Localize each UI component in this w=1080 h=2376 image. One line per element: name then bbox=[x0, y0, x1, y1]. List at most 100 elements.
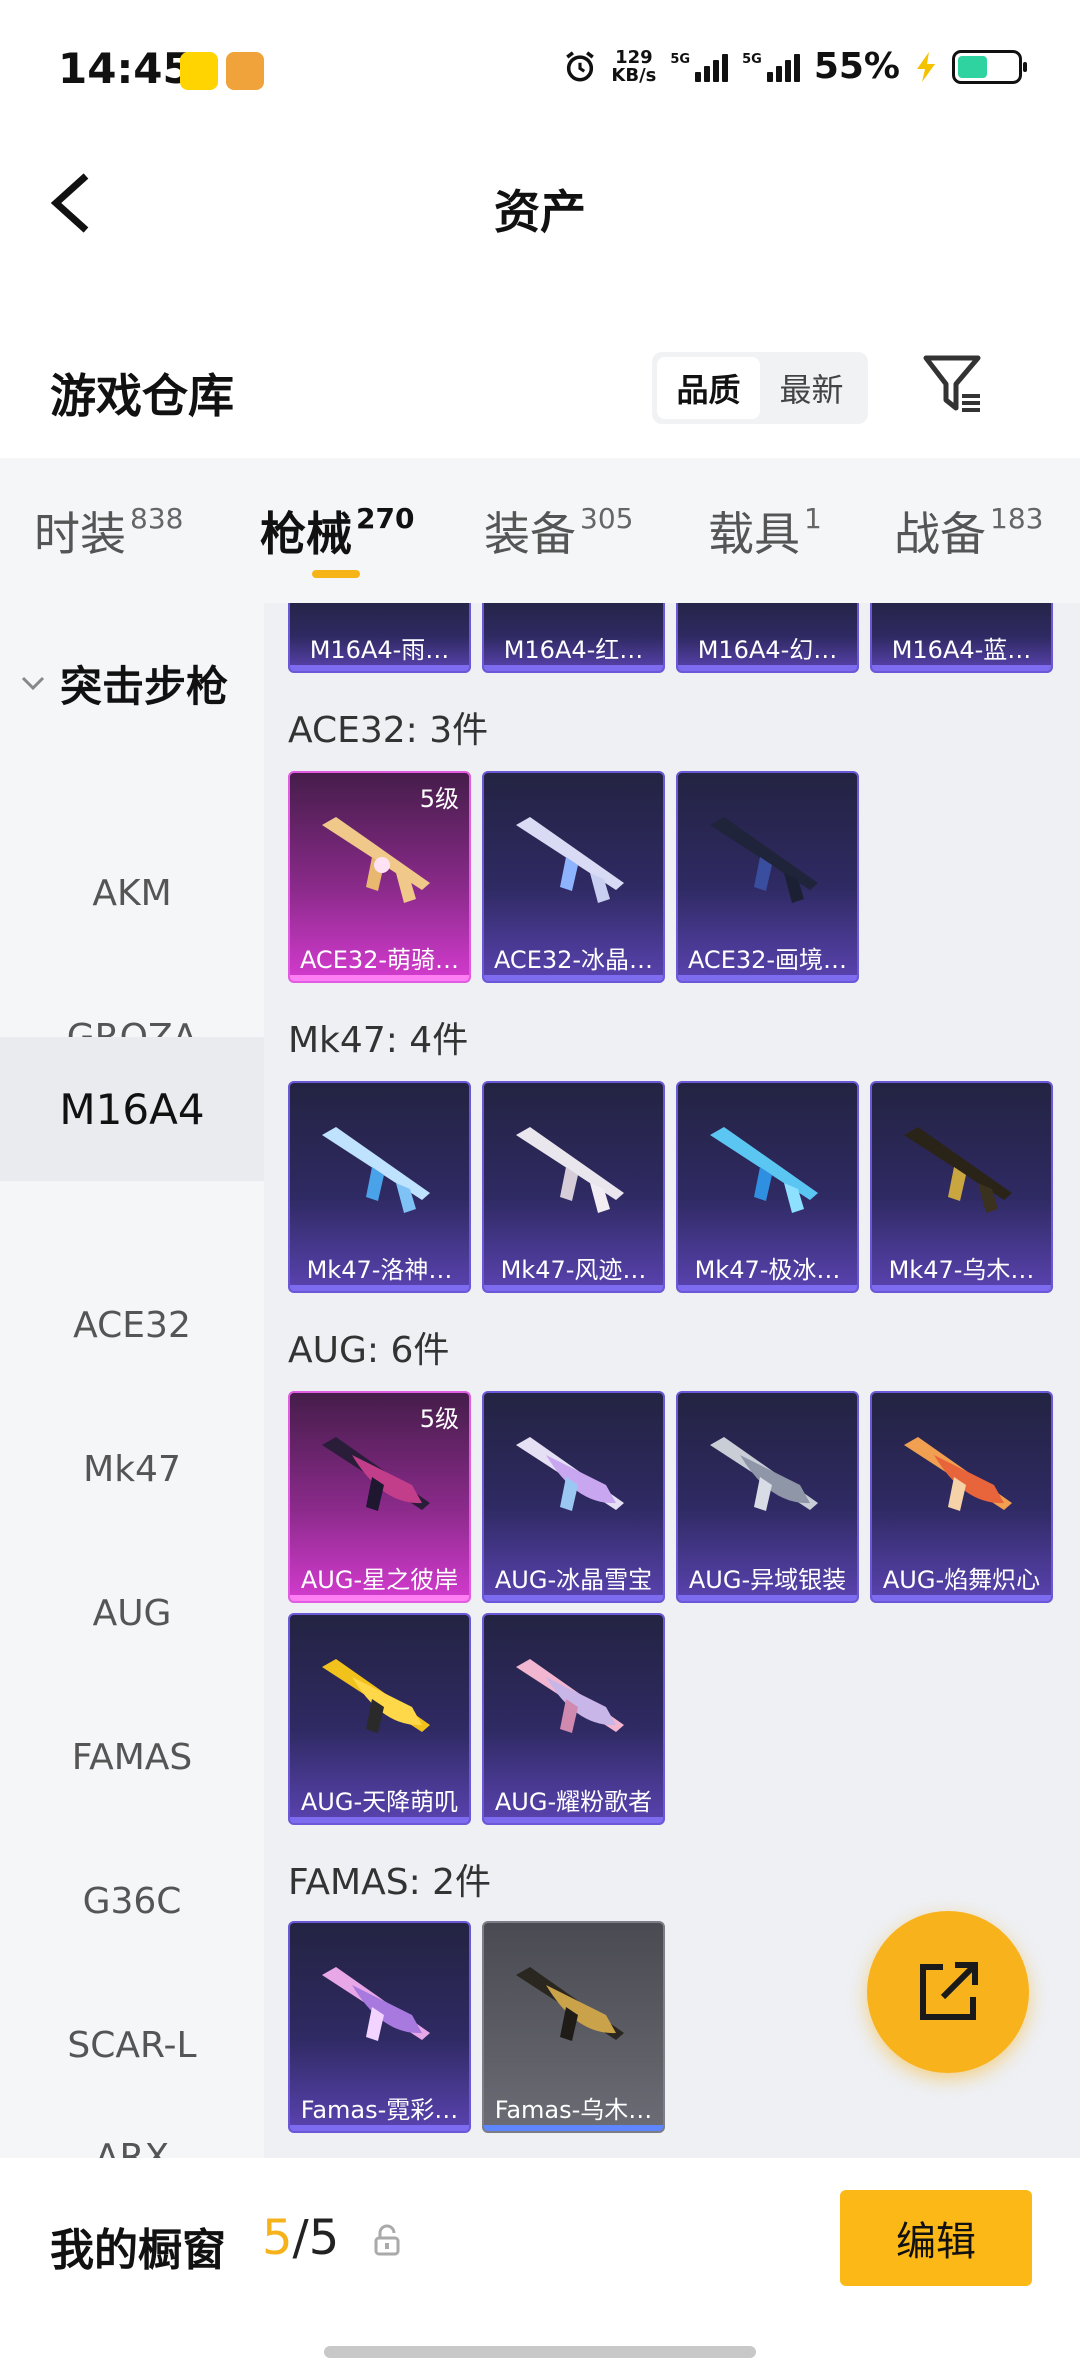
weapon-card-name: AUG-天降萌叽 bbox=[300, 1788, 459, 1816]
tab-supplies[interactable]: 战备 183 bbox=[894, 498, 1043, 564]
page-title: 资产 bbox=[494, 185, 586, 239]
sidebar-item-arx[interactable]: ARX bbox=[0, 2117, 264, 2159]
weapon-card[interactable]: AUG-焰舞炽心 bbox=[870, 1391, 1053, 1603]
rifle-icon bbox=[516, 1127, 624, 1213]
weapon-card[interactable]: AUG-异域银装 bbox=[676, 1391, 859, 1603]
weapon-card[interactable]: ACE32-画境… bbox=[676, 771, 859, 983]
group-title-famas: FAMAS: 2件 bbox=[288, 1862, 492, 1903]
edit-button[interactable]: 编辑 bbox=[840, 2190, 1032, 2286]
tab-equipment[interactable]: 装备 305 bbox=[484, 498, 633, 564]
rifle-icon bbox=[516, 817, 624, 903]
tab-count: 183 bbox=[990, 502, 1044, 535]
weapon-card-name: AUG-星之彼岸 bbox=[300, 1566, 459, 1594]
weapon-card[interactable]: M16A4-幻… bbox=[676, 603, 859, 673]
category-tabs: 时装 838 枪械 270 装备 305 载具 1 战备 183 bbox=[0, 458, 1080, 603]
weapon-card[interactable]: ACE32-冰晶… bbox=[482, 771, 665, 983]
rifle-icon bbox=[904, 1437, 1012, 1511]
weapon-card-name: AUG-焰舞炽心 bbox=[882, 1566, 1041, 1594]
rifle-icon bbox=[710, 817, 818, 903]
tab-count: 1 bbox=[804, 502, 822, 535]
alarm-icon bbox=[566, 50, 595, 82]
weapon-card-name: Mk47-乌木… bbox=[888, 1256, 1035, 1284]
status-time: 14:45 bbox=[58, 44, 192, 93]
weapon-card-name: Famas-乌木… bbox=[494, 2096, 653, 2124]
weapon-card-name: Mk47-极冰… bbox=[694, 1256, 841, 1284]
weapon-card[interactable]: M16A4-红… bbox=[482, 603, 665, 673]
tab-label: 载具 bbox=[708, 507, 800, 561]
tab-active-indicator bbox=[312, 570, 360, 578]
signal-icon: 5G bbox=[742, 52, 800, 82]
sidebar-group-assault-rifles[interactable]: 突击步枪 bbox=[20, 653, 228, 714]
weapon-card[interactable]: AUG-冰晶雪宝 bbox=[482, 1391, 665, 1603]
weapon-card-name: ACE32-萌骑… bbox=[299, 946, 460, 974]
weapon-card-name: AUG-耀粉歌者 bbox=[494, 1788, 653, 1816]
tab-label: 装备 bbox=[484, 507, 576, 561]
signal-label: 5G bbox=[670, 51, 691, 67]
sidebar-item-famas[interactable]: FAMAS bbox=[0, 1685, 264, 1829]
share-icon bbox=[920, 1962, 978, 2020]
weapon-card[interactable]: Mk47-极冰… bbox=[676, 1081, 859, 1293]
tab-guns[interactable]: 枪械 270 bbox=[260, 498, 414, 564]
app-screen: 14:45 129 KB/s 5G 5G 55% 资产 游戏仓库 品质 最新 时… bbox=[0, 0, 1080, 2376]
rifle-icon bbox=[322, 1127, 430, 1213]
app-notification-icon bbox=[226, 52, 264, 90]
tab-vehicles[interactable]: 载具 1 bbox=[708, 498, 822, 564]
weapon-card-name: M16A4-幻… bbox=[697, 636, 838, 664]
tab-label: 枪械 bbox=[260, 507, 352, 561]
rifle-icon bbox=[322, 1659, 430, 1733]
sidebar-item-ace32[interactable]: ACE32 bbox=[0, 1253, 264, 1397]
weapon-card-name: M16A4-雨… bbox=[309, 636, 450, 664]
sort-latest-button[interactable]: 最新 bbox=[760, 357, 863, 419]
sort-quality-button[interactable]: 品质 bbox=[657, 357, 760, 419]
status-bar: 14:45 129 KB/s 5G 5G 55% bbox=[0, 0, 1080, 140]
weapon-card[interactable]: M16A4-蓝… bbox=[870, 603, 1053, 673]
weapon-card[interactable]: Mk47-风迹… bbox=[482, 1081, 665, 1293]
weapon-card[interactable]: Mk47-乌木… bbox=[870, 1081, 1053, 1293]
share-button[interactable] bbox=[867, 1911, 1029, 2073]
tab-fashion[interactable]: 时装 838 bbox=[34, 498, 183, 564]
weapon-card[interactable]: 5级 AUG-星之彼岸 bbox=[288, 1391, 471, 1603]
battery-icon bbox=[952, 49, 1027, 84]
weapon-card[interactable]: 5级 ACE32-萌骑… bbox=[288, 771, 471, 983]
rifle-icon bbox=[516, 1659, 624, 1733]
group-title-ace32: ACE32: 3件 bbox=[288, 710, 489, 751]
sidebar-item-akm[interactable]: AKM bbox=[0, 821, 264, 965]
showcase-count-total: 5 bbox=[308, 2210, 340, 2266]
rifle-icon bbox=[710, 1437, 818, 1511]
weapon-level: 5级 bbox=[419, 1405, 459, 1433]
weapon-card-name: Mk47-洛神… bbox=[306, 1256, 453, 1284]
weapon-card[interactable]: Famas-乌木… bbox=[482, 1921, 665, 2133]
sidebar-item-scar-l[interactable]: SCAR-L bbox=[0, 1973, 264, 2117]
section-title: 游戏仓库 bbox=[50, 369, 234, 423]
weapon-card-name: M16A4-红… bbox=[503, 636, 644, 664]
group-title-mk47: Mk47: 4件 bbox=[288, 1020, 469, 1061]
weapon-card[interactable]: AUG-耀粉歌者 bbox=[482, 1613, 665, 1825]
showcase-bar: 我的橱窗 5/5 编辑 bbox=[0, 2158, 1080, 2376]
chevron-down-icon bbox=[21, 676, 45, 690]
weapon-card[interactable]: AUG-天降萌叽 bbox=[288, 1613, 471, 1825]
sidebar-item-aug[interactable]: AUG bbox=[0, 1541, 264, 1685]
weapon-card-name: Mk47-风迹… bbox=[500, 1256, 647, 1284]
weapon-card-name: ACE32-画境… bbox=[687, 946, 848, 974]
filter-icon[interactable] bbox=[920, 352, 986, 418]
showcase-count-sep: / bbox=[292, 2210, 309, 2266]
sidebar-item-m16a4[interactable]: M16A4 bbox=[0, 1037, 264, 1181]
weapon-card[interactable]: Mk47-洛神… bbox=[288, 1081, 471, 1293]
showcase-count-current: 5 bbox=[262, 2210, 293, 2266]
network-speed-value: 129 bbox=[615, 46, 653, 68]
weapon-card-name: ACE32-冰晶… bbox=[493, 946, 654, 974]
showcase-count: 5/5 bbox=[262, 2210, 339, 2266]
sidebar-item-mk47[interactable]: Mk47 bbox=[0, 1397, 264, 1541]
home-indicator[interactable] bbox=[324, 2346, 756, 2358]
weapon-sidebar: 突击步枪 AKM GROZA M16A4 ACE32 Mk47 AUG FAMA… bbox=[0, 603, 264, 2158]
sidebar-item-g36c[interactable]: G36C bbox=[0, 1829, 264, 1973]
signal-icon: 5G bbox=[670, 51, 729, 82]
rifle-icon bbox=[516, 1967, 624, 2041]
tab-count: 305 bbox=[580, 502, 634, 535]
tab-label: 战备 bbox=[894, 507, 986, 561]
weapon-card[interactable]: M16A4-雨… bbox=[288, 603, 471, 673]
lock-icon bbox=[374, 2224, 400, 2256]
rifle-icon bbox=[710, 1127, 818, 1213]
tab-count: 270 bbox=[356, 502, 415, 535]
weapon-card[interactable]: Famas-霓彩… bbox=[288, 1921, 471, 2133]
